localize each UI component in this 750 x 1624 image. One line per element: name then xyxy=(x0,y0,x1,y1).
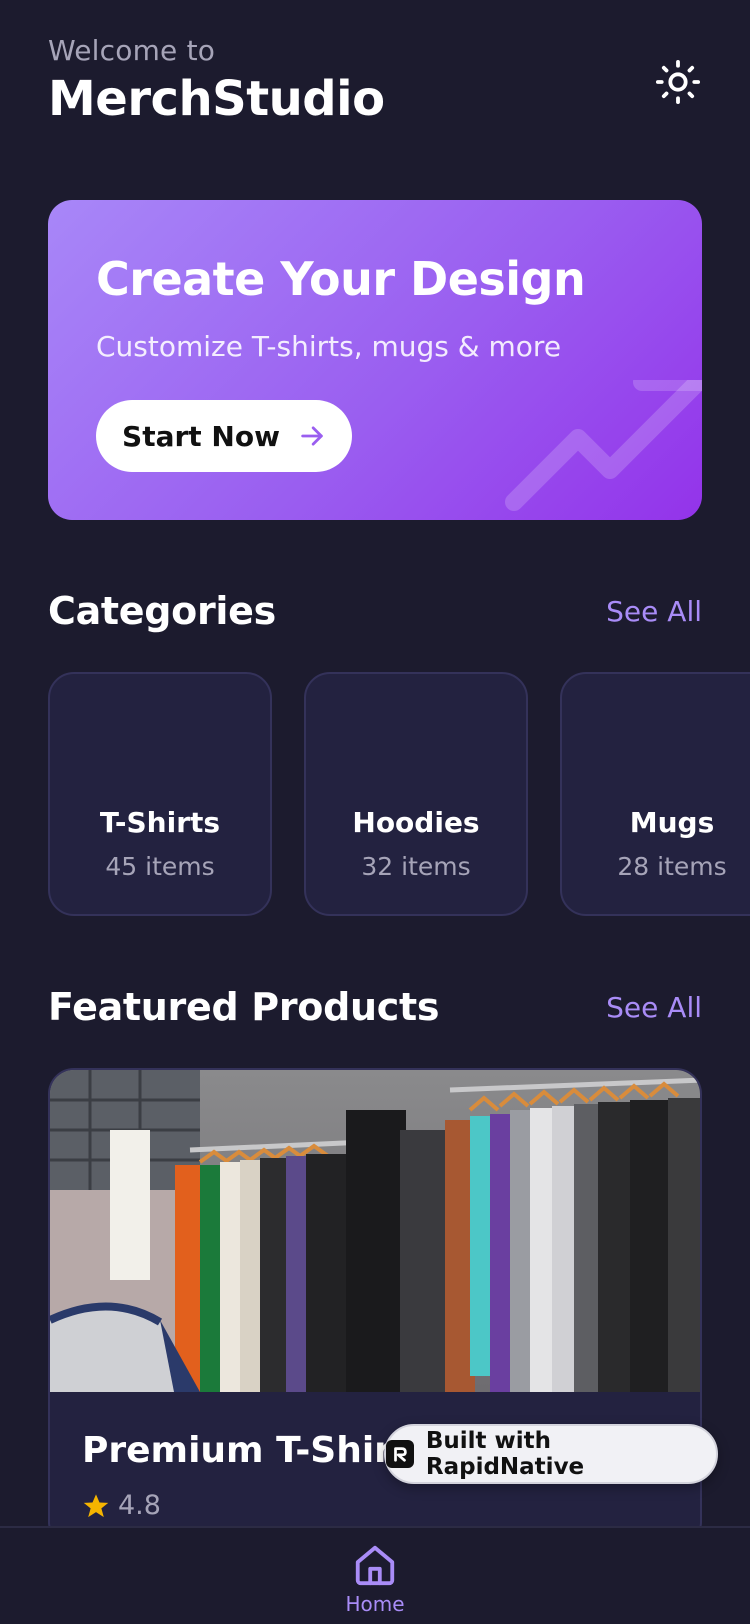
category-count: 32 items xyxy=(361,852,471,881)
categories-title: Categories xyxy=(48,589,276,633)
category-name: Mugs xyxy=(629,806,715,839)
arrow-right-icon xyxy=(301,426,323,446)
header: Welcome to MerchStudio xyxy=(48,34,702,134)
featured-see-all-link[interactable]: See All xyxy=(606,991,702,1024)
product-rating: 4.8 xyxy=(82,1490,161,1521)
start-now-label: Start Now xyxy=(122,419,280,453)
tab-home[interactable]: Home xyxy=(335,1542,415,1624)
bottom-tab-bar: Home xyxy=(0,1526,750,1624)
product-image xyxy=(50,1070,700,1392)
hero-banner: Create Your Design Customize T-shirts, m… xyxy=(48,200,702,520)
category-card-tshirts[interactable]: T-Shirts 45 items xyxy=(48,672,272,916)
star-icon xyxy=(83,1493,109,1517)
category-name: Hoodies xyxy=(352,806,480,839)
sun-icon xyxy=(655,59,701,105)
categories-header: Categories See All xyxy=(48,586,702,636)
product-name: Premium T-Shirt xyxy=(82,1430,410,1471)
featured-title: Featured Products xyxy=(48,985,440,1029)
badge-label: Built with RapidNative xyxy=(425,1428,585,1480)
category-name: T-Shirts xyxy=(99,806,221,839)
theme-toggle-button[interactable] xyxy=(654,58,702,106)
featured-header: Featured Products See All xyxy=(48,982,702,1032)
app-title: MerchStudio xyxy=(48,71,385,127)
home-icon xyxy=(355,1545,395,1586)
category-card-hoodies[interactable]: Hoodies 32 items xyxy=(304,672,528,916)
tab-home-label: Home xyxy=(345,1592,405,1616)
rapidnative-logo-icon xyxy=(386,1440,414,1468)
start-now-button[interactable]: Start Now xyxy=(96,400,352,472)
hero-title: Create Your Design xyxy=(96,252,586,306)
category-card-mugs[interactable]: Mugs 28 items xyxy=(560,672,750,916)
trending-up-icon xyxy=(505,380,702,511)
category-count: 45 items xyxy=(105,852,215,881)
categories-list[interactable]: T-Shirts 45 items Hoodies 32 items Mugs … xyxy=(48,672,750,916)
hero-subtitle: Customize T-shirts, mugs & more xyxy=(96,330,562,363)
categories-see-all-link[interactable]: See All xyxy=(606,595,702,628)
built-with-badge[interactable]: Built with RapidNative xyxy=(384,1424,718,1484)
welcome-text: Welcome to xyxy=(48,34,216,67)
category-count: 28 items xyxy=(617,852,727,881)
rating-value: 4.8 xyxy=(118,1490,161,1521)
